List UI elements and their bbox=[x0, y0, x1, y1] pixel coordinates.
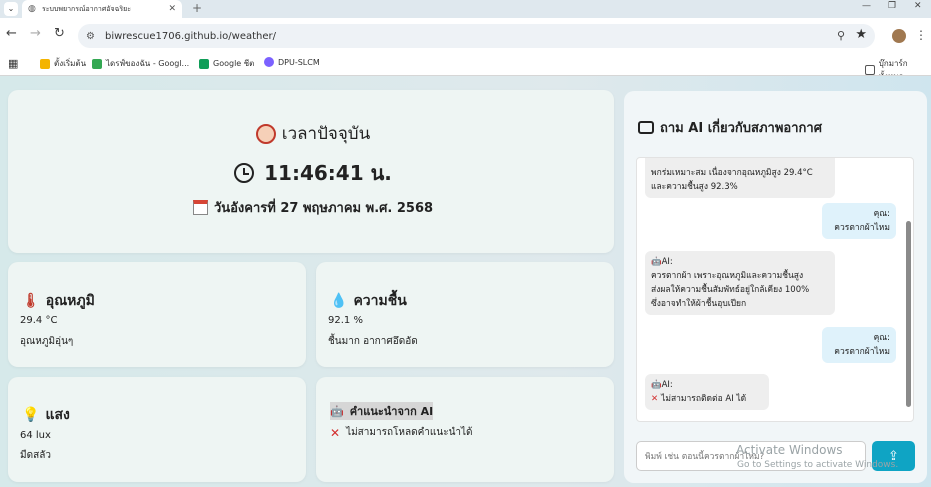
current-date: วันอังคารที่ 27 พฤษภาคม พ.ศ. 2568 bbox=[213, 201, 434, 216]
light-heading: 💡 แสง bbox=[22, 407, 70, 423]
calendar-icon bbox=[192, 200, 208, 215]
clock-time-row: 11:46:41 น. bbox=[0, 157, 626, 189]
minimize-icon[interactable]: — bbox=[862, 1, 871, 11]
robot-icon: 🤖 bbox=[330, 404, 344, 418]
folder-icon bbox=[865, 65, 875, 75]
globe-icon: ◍ bbox=[28, 4, 36, 14]
cross-icon: ✕ bbox=[651, 394, 662, 404]
bookmark-icon bbox=[199, 58, 209, 69]
ai-advice-error: ✕ ไม่สามารถโหลดคำแนะนำได้ bbox=[330, 425, 473, 440]
light-desc: มืดสลัว bbox=[20, 450, 51, 461]
profile-avatar[interactable] bbox=[892, 29, 906, 43]
bookmark-icon bbox=[92, 58, 102, 69]
bookmark-item[interactable]: DPU-SLCM bbox=[264, 57, 320, 67]
browser-chrome: ⌄ ◍ ระบบพยากรณ์อากาศอัจฉริยะ ✕ + — ❐ ✕ ←… bbox=[0, 0, 931, 81]
chat-scrollbar[interactable] bbox=[904, 163, 912, 415]
site-info-icon[interactable]: ⚙ bbox=[86, 31, 95, 42]
lightbulb-icon: 💡 bbox=[22, 407, 40, 423]
clock-icon bbox=[234, 163, 255, 183]
temperature-heading: 🌡 อุณหภูมิ bbox=[22, 293, 95, 309]
temperature-desc: อุณหภูมิอุ่นๆ bbox=[20, 336, 74, 347]
clock-heading: เวลาปัจจุบัน bbox=[0, 120, 626, 147]
chat-heading: ถาม AI เกี่ยวกับสภาพอากาศ bbox=[638, 117, 822, 138]
activation-watermark-subtitle: Go to Settings to activate Windows. bbox=[737, 460, 899, 470]
light-card bbox=[8, 377, 306, 482]
clock-date-row: วันอังคารที่ 27 พฤษภาคม พ.ศ. 2568 bbox=[0, 197, 626, 218]
chat-message-user: คุณ: ควรตากผ้าไหม bbox=[822, 327, 896, 363]
ai-advice-heading: 🤖 คำแนะนำจาก AI bbox=[330, 402, 434, 420]
new-tab-button[interactable]: + bbox=[192, 1, 202, 15]
bookmarks-bar: ▦ ตั้งเริ่มต้น ไดรฟ์ของฉัน - Googl... Go… bbox=[0, 51, 931, 81]
bookmark-item[interactable]: ตั้งเริ่มต้น bbox=[40, 57, 86, 70]
robot-icon: 🤖 bbox=[651, 257, 662, 267]
humidity-heading: 💧 ความชื้น bbox=[330, 293, 407, 309]
light-value: 64 lux bbox=[20, 430, 51, 441]
chat-message-ai: พกร่มเหมาะสม เนื่องจากอุณหภูมิสูง 29.4°C… bbox=[645, 158, 835, 198]
chat-messages[interactable]: พกร่มเหมาะสม เนื่องจากอุณหภูมิสูง 29.4°C… bbox=[636, 157, 914, 422]
clock-title: เวลาปัจจุบัน bbox=[281, 124, 371, 144]
speech-bubble-icon bbox=[638, 121, 654, 134]
tab-search-button[interactable]: ⌄ bbox=[4, 2, 18, 16]
thermometer-icon: 🌡 bbox=[22, 293, 40, 309]
menu-icon[interactable]: ⋮ bbox=[915, 28, 927, 42]
chat-message-ai: 🤖AI: ✕ ไม่สามารถติดต่อ AI ได้ bbox=[645, 374, 769, 410]
humidity-value: 92.1 % bbox=[328, 315, 363, 326]
restore-icon[interactable]: ❐ bbox=[888, 1, 896, 11]
activation-watermark-title: Activate Windows bbox=[736, 443, 843, 457]
apps-icon[interactable]: ▦ bbox=[8, 57, 18, 70]
zoom-icon[interactable]: ⚲ bbox=[837, 29, 845, 42]
tab-strip: ⌄ ◍ ระบบพยากรณ์อากาศอัจฉริยะ ✕ + — ❐ ✕ bbox=[0, 0, 931, 18]
cross-icon: ✕ bbox=[330, 425, 341, 440]
chat-message-ai: 🤖AI: ควรตากผ้า เพราะอุณหภูมิและความชื้นส… bbox=[645, 251, 835, 315]
current-time: 11:46:41 น. bbox=[264, 161, 392, 185]
humidity-desc: ชื้นมาก อากาศอึดอัด bbox=[328, 336, 418, 347]
browser-tab[interactable]: ◍ ระบบพยากรณ์อากาศอัจฉริยะ ✕ bbox=[22, 0, 182, 18]
bookmark-item[interactable]: Google ชีต bbox=[199, 57, 254, 70]
scrollbar-thumb[interactable] bbox=[906, 221, 911, 407]
back-icon[interactable]: ← bbox=[6, 26, 17, 41]
close-tab-icon[interactable]: ✕ bbox=[168, 4, 176, 14]
address-bar[interactable]: ⚙ biwrescue1706.github.io/weather/ ⚲ ★ bbox=[78, 24, 875, 48]
window-close-icon[interactable]: ✕ bbox=[914, 1, 922, 11]
droplet-icon: 💧 bbox=[330, 293, 348, 309]
tab-title: ระบบพยากรณ์อากาศอัจฉริยะ bbox=[42, 4, 131, 13]
reload-icon[interactable]: ↻ bbox=[54, 26, 65, 41]
alarm-clock-icon bbox=[255, 123, 276, 144]
temperature-value: 29.4 °C bbox=[20, 315, 58, 326]
bookmark-item[interactable]: ไดรฟ์ของฉัน - Googl... bbox=[92, 57, 189, 70]
chat-message-user: คุณ: ควรตากผ้าไหม bbox=[822, 203, 896, 239]
forward-icon[interactable]: → bbox=[30, 26, 41, 41]
bookmark-icon bbox=[40, 58, 50, 69]
url-text: biwrescue1706.github.io/weather/ bbox=[104, 30, 277, 42]
bookmark-icon bbox=[264, 57, 274, 67]
bookmark-star-icon[interactable]: ★ bbox=[855, 27, 867, 42]
robot-icon: 🤖 bbox=[651, 380, 662, 390]
